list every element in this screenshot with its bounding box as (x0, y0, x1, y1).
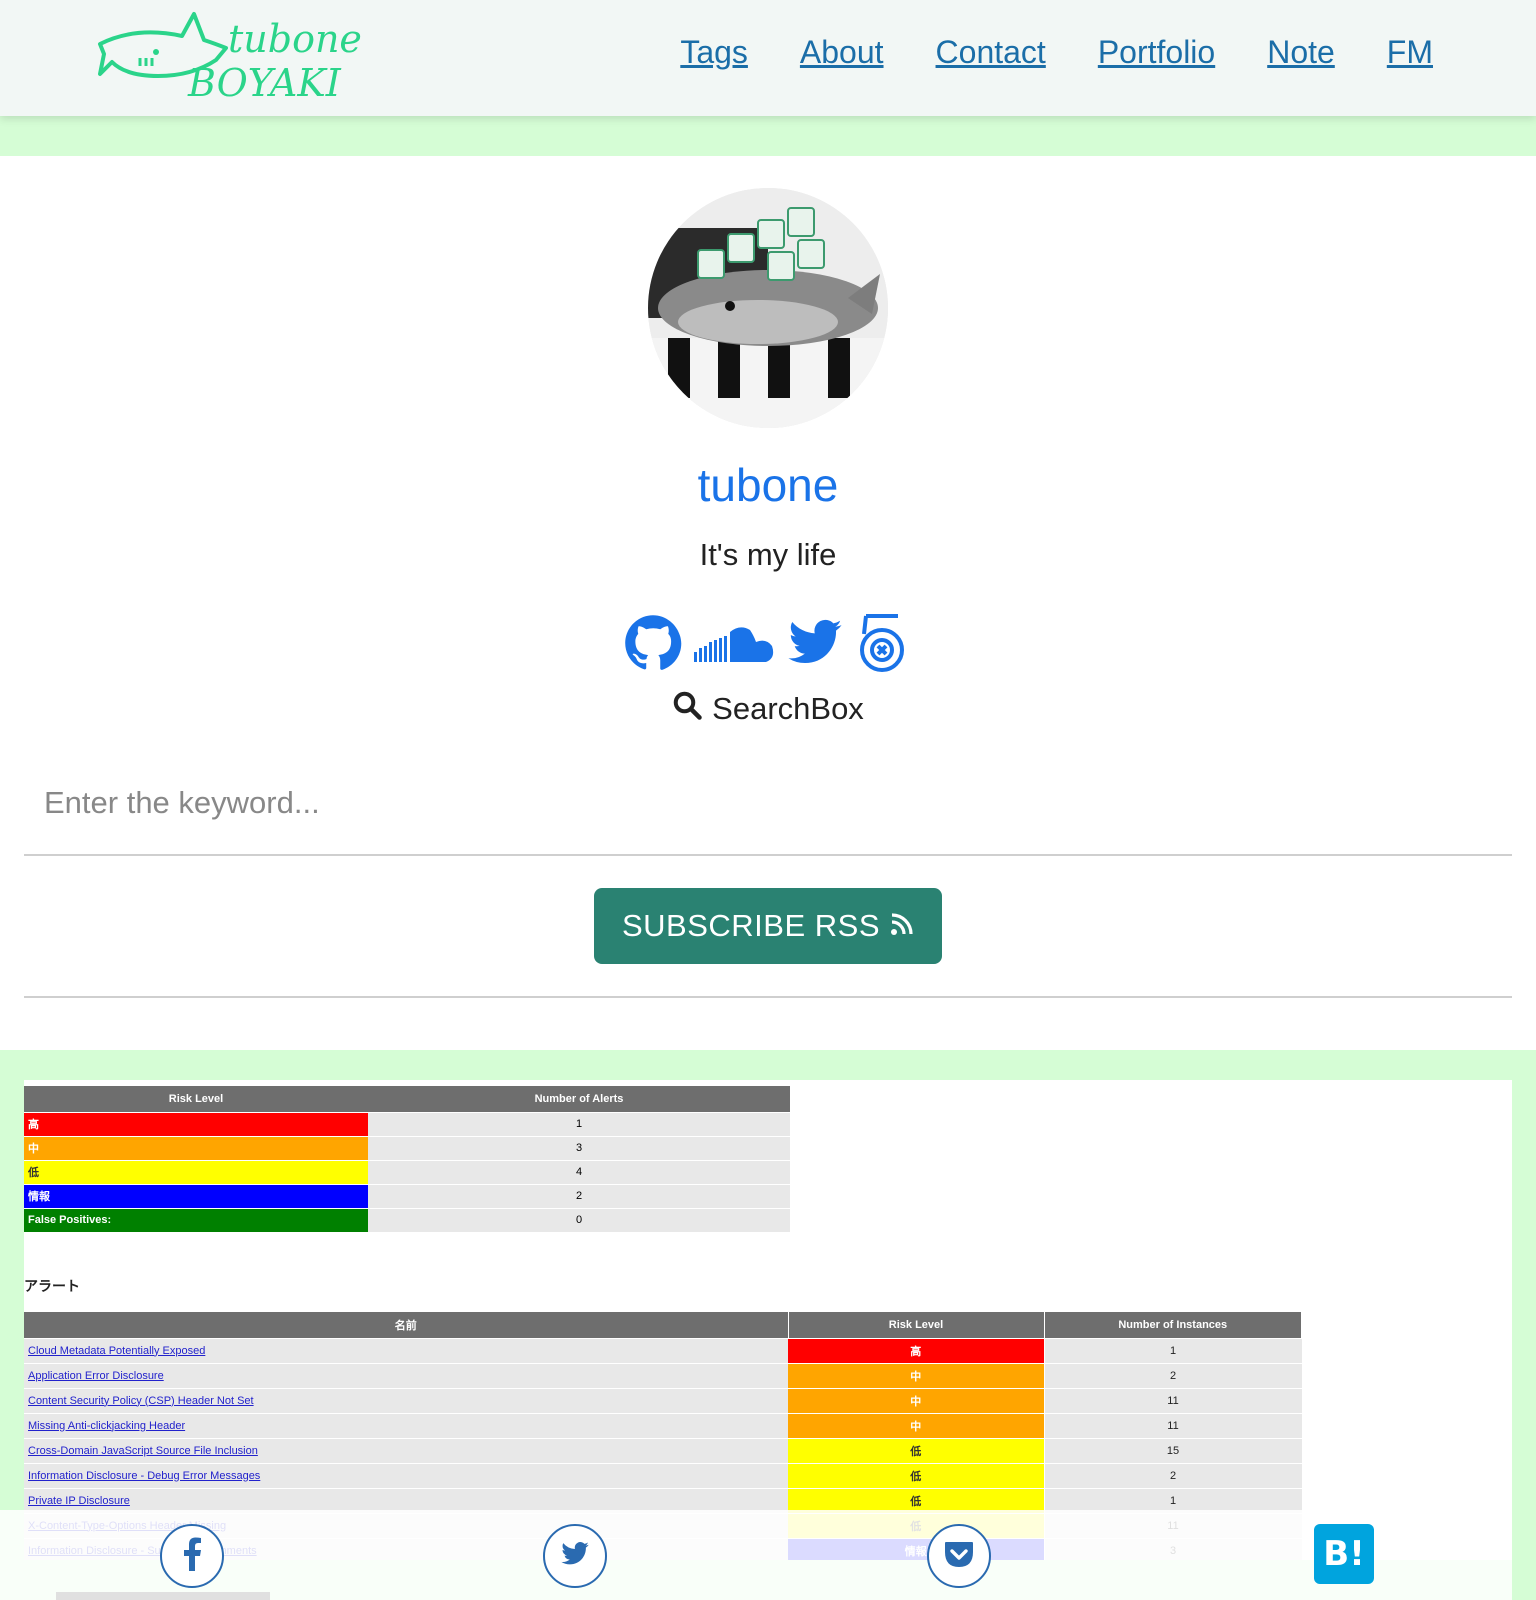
summary-risk-level: 情報 (24, 1183, 368, 1208)
alert-risk-level: 低 (788, 1462, 1045, 1488)
summary-risk-level: 高 (24, 1111, 368, 1136)
hatena-bookmark-icon: B! (1323, 1534, 1365, 1574)
alert-name-link[interactable]: Cloud Metadata Potentially Exposed (24, 1337, 788, 1363)
nav-fm[interactable]: FM (1387, 34, 1433, 71)
500px-icon[interactable] (854, 610, 910, 681)
alerts-header-instances: Number of Instances (1044, 1312, 1302, 1338)
summary-risk-level: False Positives: (24, 1207, 368, 1232)
alert-name-link[interactable]: Content Security Policy (CSP) Header Not… (24, 1387, 788, 1413)
soundcloud-icon[interactable] (692, 614, 776, 677)
logo-text-tubone: tubone (228, 17, 362, 61)
alert-row: Information Disclosure - Debug Error Mes… (24, 1462, 1302, 1488)
pocket-share-button[interactable] (927, 1524, 991, 1588)
top-green-band (0, 116, 1536, 156)
alert-instance-count: 1 (1044, 1337, 1302, 1363)
logo-text-boyaki: BOYAKI (187, 61, 342, 102)
facebook-icon (182, 1537, 202, 1576)
alert-instance-count: 2 (1044, 1462, 1302, 1488)
search-input[interactable] (24, 752, 1512, 856)
alerts-header-risk: Risk Level (788, 1312, 1045, 1338)
share-bar: B! (0, 1510, 1512, 1600)
subscribe-rss-button[interactable]: SUBSCRIBE RSS (594, 888, 942, 964)
alerts-header-name: 名前 (24, 1312, 789, 1338)
alert-name-link[interactable]: Cross-Domain JavaScript Source File Incl… (24, 1437, 788, 1463)
nav-portfolio[interactable]: Portfolio (1098, 34, 1215, 71)
alert-instance-count: 2 (1044, 1362, 1302, 1388)
alert-risk-level: 中 (788, 1387, 1045, 1413)
alert-risk-level: 高 (788, 1337, 1045, 1363)
nav-tags[interactable]: Tags (680, 34, 748, 71)
facebook-share-button[interactable] (160, 1524, 224, 1588)
searchbox-heading: SearchBox (0, 690, 1536, 728)
alert-instance-count: 15 (1044, 1437, 1302, 1463)
hatena-bookmark-button[interactable]: B! (1314, 1524, 1374, 1584)
alert-risk-level: 低 (788, 1437, 1045, 1463)
main-nav: Tags About Contact Portfolio Note FM (680, 34, 1433, 71)
social-links (624, 612, 910, 678)
alert-risk-level: 中 (788, 1362, 1045, 1388)
alerts-heading: アラート (24, 1278, 80, 1294)
avatar (648, 188, 888, 428)
search-icon (672, 690, 702, 728)
summary-risk-level: 低 (24, 1159, 368, 1184)
nav-note[interactable]: Note (1267, 34, 1335, 71)
site-logo[interactable]: tubone BOYAKI (96, 10, 376, 102)
alert-instance-count: 11 (1044, 1412, 1302, 1438)
summary-alert-count: 4 (368, 1159, 790, 1184)
summary-row: 低4 (24, 1159, 790, 1184)
nav-contact[interactable]: Contact (936, 34, 1046, 71)
summary-header-risk: Risk Level (24, 1086, 368, 1112)
alert-row: Missing Anti-clickjacking Header 中 11 (24, 1412, 1302, 1438)
article-thumbnail[interactable]: Risk Level Number of Alerts 高 1 中 3 低 4 情報 2 Fal… (24, 1080, 1512, 1560)
summary-row: 中3 (24, 1135, 790, 1160)
share-count-bar (56, 1592, 270, 1600)
alert-row: Cross-Domain JavaScript Source File Incl… (24, 1437, 1302, 1463)
nav-about[interactable]: About (800, 34, 884, 71)
summary-risk-level: 中 (24, 1135, 368, 1160)
profile-name[interactable]: tubone (0, 458, 1536, 512)
summary-alert-count: 3 (368, 1135, 790, 1160)
alert-name-link[interactable]: Missing Anti-clickjacking Header (24, 1412, 788, 1438)
alert-row: Cloud Metadata Potentially Exposed 高 1 (24, 1337, 1302, 1363)
summary-row: 情報 2 (24, 1183, 790, 1208)
alert-name-link[interactable]: Information Disclosure - Debug Error Mes… (24, 1462, 788, 1488)
alert-instance-count: 11 (1044, 1387, 1302, 1413)
summary-table: Risk Level Number of Alerts 高 1 中 3 低 4 情報 2 Fal… (24, 1086, 790, 1232)
rss-button-label: SUBSCRIBE RSS (621, 908, 880, 943)
rss-icon (890, 908, 914, 944)
summary-alert-count: 1 (368, 1111, 790, 1136)
summary-row: 高1 (24, 1111, 790, 1136)
summary-header-count: Number of Alerts (368, 1086, 790, 1112)
searchbox-label: SearchBox (712, 691, 864, 726)
twitter-share-button[interactable] (543, 1524, 607, 1588)
profile-tagline: It's my life (699, 537, 837, 572)
twitter-icon[interactable] (786, 614, 844, 677)
pocket-icon (943, 1539, 975, 1574)
github-icon[interactable] (624, 614, 682, 677)
summary-row: False Positives: 0 (24, 1207, 790, 1232)
summary-alert-count: 0 (368, 1207, 790, 1232)
alert-risk-level: 中 (788, 1412, 1045, 1438)
alert-row: Application Error Disclosure 中 2 (24, 1362, 1302, 1388)
summary-alert-count: 2 (368, 1183, 790, 1208)
twitter-icon (560, 1539, 590, 1574)
site-header: tubone BOYAKI Tags About Contact Portfol… (0, 0, 1536, 116)
divider (24, 996, 1512, 998)
alert-name-link[interactable]: Application Error Disclosure (24, 1362, 788, 1388)
alert-row: Content Security Policy (CSP) Header Not… (24, 1387, 1302, 1413)
